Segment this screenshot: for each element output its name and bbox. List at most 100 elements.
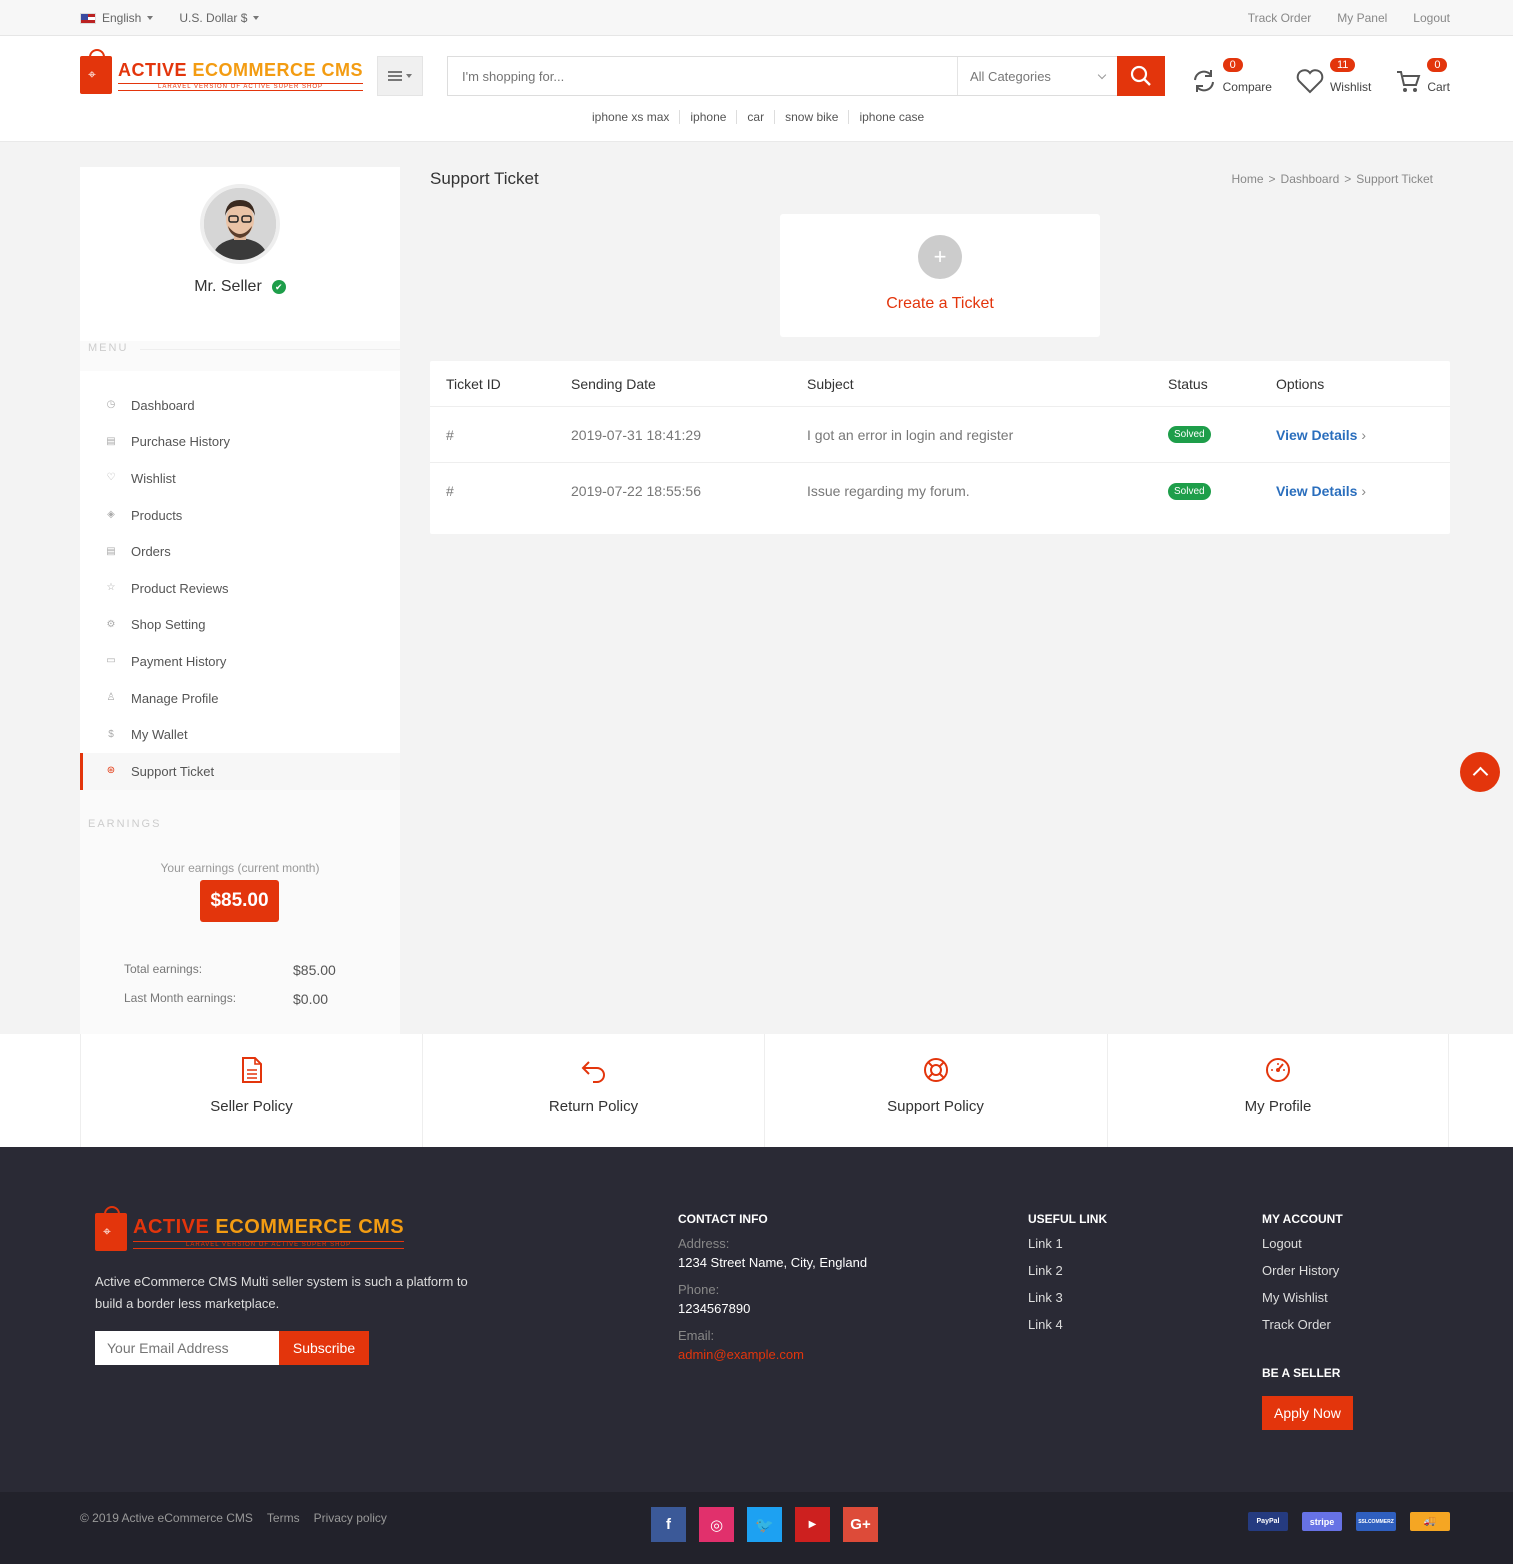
- document-icon: [241, 1057, 262, 1083]
- my-profile-link[interactable]: My Profile: [1107, 1034, 1449, 1147]
- sidebar-item-dashboard[interactable]: ◷ Dashboard: [80, 387, 400, 424]
- caret-down-icon: [253, 16, 260, 20]
- footer-order-history-link[interactable]: Order History: [1262, 1263, 1353, 1290]
- status-badge: Solved: [1168, 482, 1211, 500]
- track-order-link[interactable]: Track Order: [1248, 11, 1312, 25]
- plus-icon: +: [918, 235, 962, 279]
- privacy-policy-link[interactable]: Privacy policy: [314, 1511, 387, 1525]
- policy-strip: Seller Policy Return Policy Support Poli…: [0, 1034, 1513, 1147]
- copyright-text: © 2019 Active eCommerce CMS: [80, 1511, 253, 1525]
- cart-count: 0: [1427, 58, 1448, 72]
- caret-down-icon: [147, 16, 154, 20]
- footer-link[interactable]: Link 4: [1028, 1317, 1107, 1344]
- logout-link[interactable]: Logout: [1413, 11, 1450, 25]
- search-button[interactable]: [1117, 56, 1165, 96]
- logo-text: ACTIVE ECOMMERCE CMS: [118, 59, 364, 80]
- apply-now-button[interactable]: Apply Now: [1262, 1396, 1353, 1430]
- status-badge: Solved: [1168, 426, 1211, 443]
- menu-section-label: MENU: [80, 341, 400, 371]
- footer-track-order-link[interactable]: Track Order: [1262, 1317, 1353, 1344]
- logo-tagline: LARAVEL VERSION OF ACTIVE SUPER SHOP: [118, 82, 364, 91]
- lifebuoy-icon: [923, 1058, 948, 1082]
- seller-policy-link[interactable]: Seller Policy: [80, 1034, 422, 1147]
- google-plus-icon[interactable]: G+: [843, 1507, 878, 1542]
- bottom-bar: © 2019 Active eCommerce CMS Terms Privac…: [0, 1492, 1513, 1564]
- shopping-bag-icon: [95, 1206, 127, 1251]
- sslcommerz-icon: SSLCOMMERZ: [1356, 1512, 1396, 1531]
- search-tag[interactable]: iphone: [680, 110, 738, 124]
- facebook-icon[interactable]: f: [651, 1507, 686, 1542]
- hamburger-icon: [388, 71, 402, 81]
- header: ACTIVE ECOMMERCE CMS LARAVEL VERSION OF …: [0, 36, 1513, 142]
- heart-icon: ♡: [106, 472, 116, 484]
- search-bar: All Categories: [447, 56, 1165, 96]
- site-logo[interactable]: ACTIVE ECOMMERCE CMS LARAVEL VERSION OF …: [80, 49, 364, 94]
- search-tag[interactable]: snow bike: [775, 110, 850, 124]
- support-policy-link[interactable]: Support Policy: [764, 1034, 1106, 1147]
- view-details-link[interactable]: View Details: [1276, 483, 1366, 499]
- contact-email-link[interactable]: admin@example.com: [678, 1347, 867, 1362]
- sidebar-item-support-ticket[interactable]: ⊛ Support Ticket: [80, 752, 400, 790]
- page-title: Support Ticket: [430, 169, 539, 188]
- footer-logo[interactable]: ACTIVE ECOMMERCE CMS LARAVEL VERSION OF …: [95, 1206, 405, 1251]
- sidebar-item-wishlist[interactable]: ♡ Wishlist: [80, 460, 400, 497]
- return-policy-link[interactable]: Return Policy: [422, 1034, 764, 1147]
- breadcrumb-dashboard[interactable]: Dashboard: [1281, 172, 1340, 186]
- file-icon: ▤: [106, 545, 116, 557]
- sidebar-item-orders[interactable]: ▤ Orders: [80, 533, 400, 570]
- sidebar-item-manage-profile[interactable]: ♙ Manage Profile: [80, 680, 400, 717]
- footer-my-wishlist-link[interactable]: My Wishlist: [1262, 1290, 1353, 1317]
- twitter-icon[interactable]: 🐦: [747, 1507, 782, 1542]
- footer-link[interactable]: Link 1: [1028, 1236, 1107, 1263]
- language-selector[interactable]: English: [80, 11, 154, 25]
- avatar: [200, 184, 280, 264]
- category-select[interactable]: All Categories: [957, 57, 1117, 95]
- sidebar-item-payment-history[interactable]: ▭ Payment History: [80, 643, 400, 680]
- wishlist-button[interactable]: 11 Wishlist: [1296, 58, 1371, 94]
- footer-description: Active eCommerce CMS Multi seller system…: [95, 1274, 468, 1311]
- currency-selector[interactable]: U.S. Dollar $: [179, 11, 260, 25]
- sidebar-item-products[interactable]: ◈ Products: [80, 497, 400, 534]
- stripe-icon: stripe: [1302, 1512, 1342, 1531]
- sidebar-menu: ◷ Dashboard ▤ Purchase History ♡ Wishlist ◈…: [80, 371, 400, 790]
- category-menu-button[interactable]: [377, 56, 423, 96]
- search-tag[interactable]: iphone xs max: [582, 110, 681, 124]
- cart-icon: [1397, 71, 1421, 92]
- useful-links: USEFUL LINK Link 1 Link 2 Link 3 Link 4: [1028, 1212, 1107, 1344]
- user-name: Mr. Seller: [194, 278, 262, 295]
- last-month-earnings-row: Last Month earnings: $0.00: [124, 990, 329, 1007]
- instagram-icon[interactable]: ◎: [699, 1507, 734, 1542]
- diamond-icon: ◈: [107, 509, 115, 521]
- youtube-icon[interactable]: ▶: [795, 1507, 830, 1542]
- ticket-table: Ticket ID Sending Date Subject Status Op…: [430, 361, 1450, 534]
- sidebar-item-shop-setting[interactable]: ⚙ Shop Setting: [80, 607, 400, 644]
- gauge-icon: [1266, 1058, 1290, 1082]
- compare-button[interactable]: 0 Compare: [1191, 58, 1272, 94]
- terms-link[interactable]: Terms: [267, 1511, 300, 1525]
- cart-button[interactable]: 0 Cart: [1395, 58, 1450, 94]
- caret-down-icon: [406, 74, 412, 78]
- sidebar-item-purchase-history[interactable]: ▤ Purchase History: [80, 424, 400, 461]
- breadcrumb-current[interactable]: Support Ticket: [1356, 172, 1433, 186]
- lifebuoy-icon: ⊛: [106, 765, 116, 777]
- view-details-link[interactable]: View Details: [1276, 427, 1366, 443]
- footer-link[interactable]: Link 3: [1028, 1290, 1107, 1317]
- search-input[interactable]: [448, 57, 957, 95]
- table-row: # 2019-07-22 18:55:56 Issue regarding my…: [430, 463, 1450, 519]
- newsletter-email-input[interactable]: [95, 1331, 279, 1365]
- us-flag-icon: [80, 12, 96, 24]
- scroll-to-top-button[interactable]: [1460, 752, 1500, 792]
- compare-count: 0: [1222, 58, 1243, 72]
- heart-icon: [1296, 69, 1324, 94]
- sidebar-item-product-reviews[interactable]: ☆ Product Reviews: [80, 570, 400, 607]
- create-ticket-card[interactable]: + Create a Ticket: [780, 214, 1100, 337]
- footer-link[interactable]: Link 2: [1028, 1263, 1107, 1290]
- my-panel-link[interactable]: My Panel: [1337, 11, 1387, 25]
- sidebar-item-my-wallet[interactable]: $ My Wallet: [80, 716, 400, 753]
- breadcrumb-home[interactable]: Home: [1232, 172, 1264, 186]
- compare-icon: [1193, 70, 1214, 92]
- search-tag[interactable]: car: [737, 110, 776, 124]
- footer-logout-link[interactable]: Logout: [1262, 1236, 1353, 1263]
- search-tag[interactable]: iphone case: [849, 110, 934, 124]
- subscribe-button[interactable]: Subscribe: [279, 1331, 369, 1365]
